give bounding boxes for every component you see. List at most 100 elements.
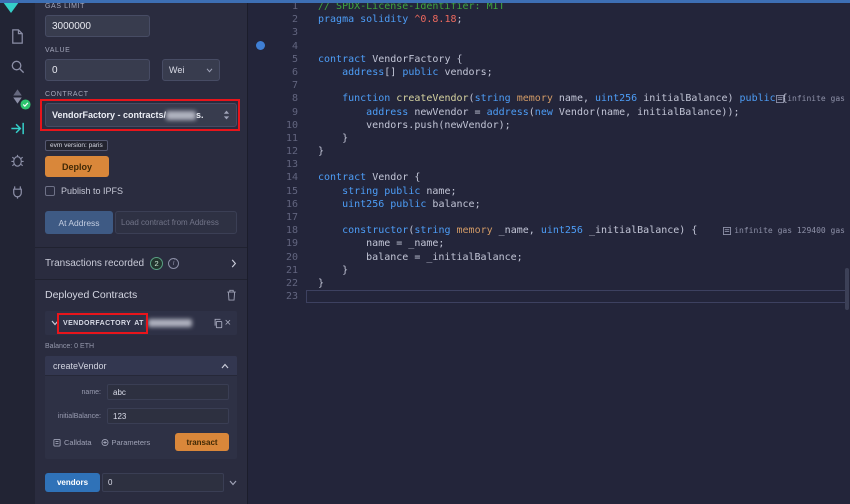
contract-select[interactable]: VendorFactory - contracts/ s. <box>45 103 237 127</box>
search-icon[interactable] <box>0 54 35 78</box>
value-unit-select[interactable]: Wei <box>162 59 220 81</box>
name-field-input[interactable] <box>107 384 229 400</box>
contract-label: CONTRACT <box>45 91 89 98</box>
gas-estimate-icon <box>776 94 785 103</box>
code-editor[interactable]: 1// SPDX-License-Identifier: MIT 2 pragma … <box>247 0 850 504</box>
info-icon[interactable]: i <box>168 258 180 269</box>
code-text: string public name; <box>342 185 457 197</box>
chevron-right-icon[interactable] <box>231 259 237 268</box>
code-text: pragma solidity ^0.8.18; <box>318 14 463 26</box>
code-text: } <box>318 132 349 144</box>
trash-icon[interactable] <box>226 289 237 301</box>
line-number: 10 <box>285 119 298 131</box>
gas-limit-input[interactable] <box>45 15 150 37</box>
at-address-button[interactable]: At Address <box>45 211 113 234</box>
line-number: 23 <box>285 291 298 303</box>
code-line[interactable]: 18 constructor(string memory _name, uint… <box>248 224 850 237</box>
chevron-down-icon[interactable] <box>229 480 237 486</box>
calldata-button[interactable]: Calldata <box>53 438 92 447</box>
code-line[interactable]: 10 vendors.push(newVendor); <box>248 119 850 132</box>
compile-success-check-icon <box>20 99 31 110</box>
solidity-compiler-icon[interactable] <box>0 84 35 110</box>
code-line[interactable]: 21 } <box>248 264 850 277</box>
at-address-input[interactable] <box>115 211 237 234</box>
create-vendor-section-header[interactable]: createVendor <box>45 356 237 376</box>
line-number: 2 <box>291 14 298 26</box>
calldata-icon <box>53 438 61 446</box>
line-number: 21 <box>285 264 298 276</box>
code-line[interactable]: 16 uint256 public balance; <box>248 198 850 211</box>
code-line[interactable]: 6 address[] public vendors; <box>248 66 850 79</box>
code-text: address[] public vendors; <box>342 66 493 78</box>
contract-functions-card: createVendor name: initialBalance: Calld… <box>45 356 237 459</box>
code-line[interactable]: 23 <box>248 290 850 304</box>
code-line[interactable]: 17 <box>248 211 850 224</box>
code-line[interactable]: 7 <box>248 79 850 92</box>
code-text: } <box>318 277 325 289</box>
debugger-icon[interactable] <box>0 148 35 172</box>
chevron-down-icon <box>206 68 213 73</box>
line-number: 14 <box>285 172 298 184</box>
line-number: 19 <box>285 238 298 250</box>
line-number: 3 <box>291 27 298 39</box>
function-name: createVendor <box>53 360 107 371</box>
transact-button[interactable]: transact <box>175 433 229 451</box>
code-line[interactable]: 5 contract VendorFactory { <box>248 53 850 66</box>
code-line[interactable]: 3 <box>248 26 850 39</box>
deployed-contracts-header: Deployed Contracts <box>45 289 138 301</box>
code-text: balance = _initialBalance; <box>318 251 523 263</box>
deployed-contract-at-label: AT <box>134 319 144 327</box>
deploy-button[interactable]: Deploy <box>45 156 109 177</box>
line-number: 9 <box>291 106 298 118</box>
copy-icon[interactable] <box>213 318 223 329</box>
editor-scrollbar-thumb[interactable] <box>845 268 849 310</box>
deployed-contract-row[interactable]: VENDORFACTORY AT × <box>45 311 237 335</box>
publish-ipfs-checkbox[interactable] <box>45 186 55 196</box>
plugin-manager-icon[interactable] <box>0 180 35 204</box>
code-line[interactable]: 20 balance = _initialBalance; <box>248 251 850 264</box>
close-icon[interactable]: × <box>225 317 231 329</box>
transactions-count-badge: 2 <box>150 257 164 270</box>
value-label: VALUE <box>45 47 71 54</box>
deployed-contract-name: VENDORFACTORY <box>63 319 132 327</box>
transactions-recorded-label: Transactions recorded <box>45 258 145 269</box>
breakpoint-dot[interactable] <box>256 41 265 50</box>
line-number: 18 <box>285 225 298 237</box>
parameters-icon <box>101 438 108 446</box>
gas-estimate-icon <box>723 226 732 235</box>
code-line[interactable]: 11 } <box>248 132 850 145</box>
vendors-index-input[interactable] <box>102 473 224 492</box>
contract-selected-prefix: VendorFactory - contracts/ <box>52 110 167 120</box>
contract-selected-suffix: s. <box>196 110 204 120</box>
code-text: } <box>318 264 349 276</box>
line-number: 5 <box>291 53 298 65</box>
code-line[interactable]: 13 <box>248 158 850 171</box>
code-line[interactable]: 14 contract Vendor { <box>248 171 850 184</box>
code-text: } <box>318 146 325 158</box>
line-number: 8 <box>291 93 298 105</box>
initial-balance-field-input[interactable] <box>107 408 229 424</box>
value-unit-selected: Wei <box>169 65 185 75</box>
code-line[interactable]: 2 pragma solidity ^0.8.18; <box>248 13 850 26</box>
code-line[interactable]: 19 name = _name; <box>248 237 850 250</box>
initial-balance-field-label: initialBalance: <box>57 412 101 420</box>
code-line[interactable]: 22} <box>248 277 850 290</box>
remix-logo-partial <box>3 2 19 13</box>
line-number: 11 <box>285 132 298 144</box>
code-text: address newVendor = address(new Vendor(n… <box>366 106 740 118</box>
code-line[interactable]: 8 function createVendor(string memory na… <box>248 92 850 105</box>
code-line[interactable]: 9 address newVendor = address(new Vendor… <box>248 106 850 119</box>
code-line[interactable]: 12} <box>248 145 850 158</box>
code-text: contract VendorFactory { <box>318 53 463 65</box>
deploy-run-icon[interactable] <box>0 116 35 140</box>
vendors-getter-button[interactable]: vendors <box>45 473 100 492</box>
code-line[interactable]: 4 <box>248 40 850 53</box>
transactions-recorded-section[interactable]: Transactions recorded 2 i <box>35 247 247 280</box>
chevron-up-icon <box>221 363 229 369</box>
chevron-down-icon[interactable] <box>51 320 59 326</box>
name-field-label: name: <box>81 388 101 396</box>
code-line[interactable]: 15 string public name; <box>248 185 850 198</box>
file-explorer-icon[interactable] <box>0 24 35 48</box>
value-input[interactable] <box>45 59 150 81</box>
parameters-button[interactable]: Parameters <box>101 438 150 447</box>
